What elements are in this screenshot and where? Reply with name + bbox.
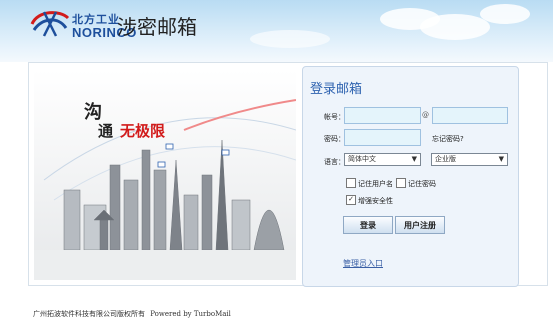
register-button[interactable]: 用户注册 (395, 216, 445, 234)
domain-input[interactable] (432, 107, 508, 124)
remember-password-label: 记住密码 (408, 180, 436, 188)
cloud-decoration (420, 14, 490, 40)
language-select[interactable]: 简体中文 ▼ (344, 153, 421, 166)
cloud-decoration (480, 4, 530, 24)
account-input[interactable] (344, 107, 421, 124)
remember-user-checkbox[interactable] (346, 178, 356, 188)
footer-copyright: 广州拓波软件科技有限公司版权所有 (33, 310, 145, 318)
app-title: 涉密邮箱 (117, 15, 197, 39)
remember-password-checkbox[interactable] (396, 178, 406, 188)
admin-entry-link[interactable]: 管理员入口 (343, 258, 383, 269)
language-select-value: 简体中文 (348, 155, 376, 163)
language-label: 语言： (324, 158, 345, 166)
at-sign: @ (422, 111, 429, 119)
cloud-decoration (250, 30, 330, 48)
norinco-logo-icon (30, 8, 70, 40)
slogan-main: 无极限 (120, 122, 166, 140)
enhanced-security-label: 增强安全性 (358, 197, 393, 205)
login-title: 登录邮箱 (310, 82, 363, 97)
edition-select-value: 企业版 (435, 155, 456, 163)
login-button[interactable]: 登录 (343, 216, 393, 234)
footer-powered-by: Powered by TurboMail (150, 310, 231, 318)
edition-select[interactable]: 企业版 ▼ (431, 153, 508, 166)
slogan-char-2: 通 (98, 122, 114, 140)
login-panel (302, 66, 519, 287)
password-label: 密码： (324, 135, 345, 143)
remember-user-label: 记住用户名 (358, 180, 393, 188)
account-label: 帐号： (324, 113, 345, 121)
chevron-down-icon: ▼ (498, 155, 504, 163)
password-input[interactable] (344, 129, 421, 146)
cityscape-illustration (34, 70, 296, 280)
footer: 广州拓波软件科技有限公司版权所有 Powered by TurboMail (33, 309, 231, 319)
enhanced-security-checkbox[interactable]: ✓ (346, 195, 356, 205)
forgot-password-link[interactable]: 忘记密码? (432, 134, 464, 144)
chevron-down-icon: ▼ (411, 155, 417, 163)
